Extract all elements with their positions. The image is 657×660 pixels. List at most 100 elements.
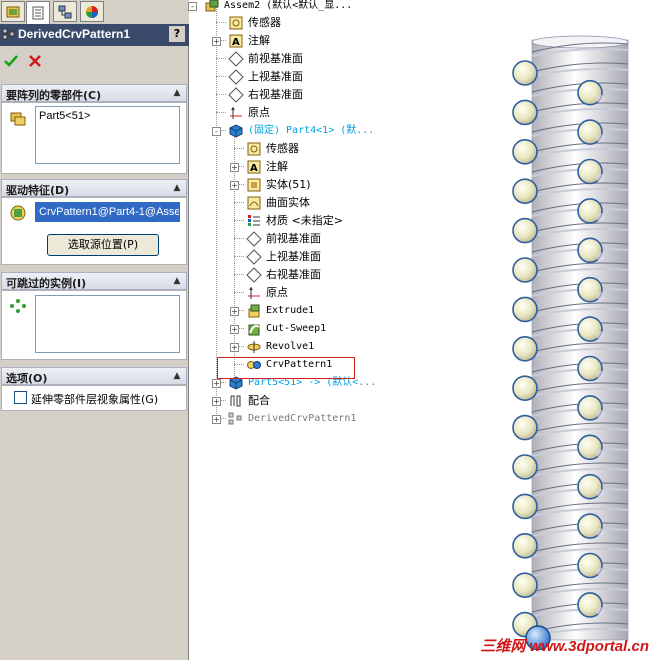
driving-section-header[interactable]: 驱动特征(D) ▲ — [1, 179, 187, 197]
tree-node-label: 右视基准面 — [266, 268, 321, 281]
expand-node-icon[interactable]: + — [230, 343, 239, 352]
tree-guide-line — [234, 220, 244, 221]
ball-shadow — [596, 606, 604, 615]
solid-bodies-icon — [247, 178, 261, 192]
sensor-icon — [229, 16, 243, 30]
expand-node-icon[interactable]: + — [212, 37, 221, 46]
revolve-icon — [247, 341, 261, 353]
ball — [512, 99, 538, 126]
tab-property-manager[interactable] — [26, 1, 50, 24]
tree-guide-line — [234, 256, 244, 257]
check-icon[interactable] — [4, 54, 18, 68]
mates-icon — [230, 395, 241, 407]
extend-visual-properties-checkbox[interactable] — [14, 391, 27, 404]
tree-node-label: 右视基准面 — [248, 88, 303, 101]
plane-icon — [246, 249, 262, 265]
tab-configuration-manager[interactable] — [53, 1, 77, 22]
watermark: 三维网 www.3dportal.cn — [480, 638, 649, 655]
tree-node-label: (固定) Part4<1> (默... — [248, 125, 375, 136]
options-section-body: 延伸零部件层视象属性(G) — [1, 385, 187, 411]
expand-node-icon[interactable]: + — [212, 379, 221, 388]
ball — [512, 375, 538, 402]
expand-node-icon[interactable]: + — [212, 415, 221, 424]
tree-node-label: 原点 — [266, 286, 288, 299]
select-source-position-button[interactable]: 选取源位置(P) — [47, 234, 159, 256]
tree-node-label: 注解 — [248, 34, 270, 47]
skip-section-label: 可跳过的实例(I) — [6, 277, 87, 290]
tree-node-label: 实体(51) — [266, 178, 311, 191]
tree-node-label: 材质 <未指定> — [266, 214, 343, 227]
property-manager-titlebar: DerivedCrvPattern1 ? — [0, 24, 189, 46]
action-bar — [0, 48, 189, 78]
help-button[interactable]: ? — [169, 26, 185, 42]
ball-shadow — [596, 212, 604, 221]
pattern-feature-icon — [10, 205, 26, 221]
ball — [512, 60, 538, 86]
options-section-header[interactable]: 选项(O) ▲ — [1, 367, 187, 385]
ball-shadow — [596, 252, 604, 261]
expand-node-icon[interactable]: + — [230, 325, 239, 334]
ball — [512, 454, 538, 480]
list-item[interactable]: Part5<51> — [36, 107, 179, 125]
material-icon — [248, 215, 260, 226]
skip-instances-icon — [10, 299, 26, 313]
driving-feature-field[interactable]: CrvPattern1@Part4-1@Asse — [35, 202, 180, 222]
expand-node-icon[interactable]: + — [230, 307, 239, 316]
derived-pattern-icon — [228, 412, 242, 425]
collapse-node-icon[interactable]: - — [188, 2, 197, 11]
collapse-icon[interactable]: ▲ — [171, 370, 183, 382]
tree-node-label: Extrude1 — [266, 305, 315, 316]
svg-text:A: A — [232, 37, 240, 48]
skip-section-header[interactable]: 可跳过的实例(I) ▲ — [1, 272, 187, 290]
tree-node-label: 前视基准面 — [248, 52, 303, 65]
expand-node-icon[interactable]: + — [230, 163, 239, 172]
collapse-node-icon[interactable]: - — [212, 127, 221, 136]
tree-guide-line — [216, 94, 226, 95]
plane-icon — [228, 87, 244, 103]
ball-shadow — [596, 331, 604, 340]
close-icon[interactable] — [28, 54, 42, 68]
components-listbox[interactable]: Part5<51> — [35, 106, 180, 164]
tree-guide-line — [234, 202, 244, 203]
tree-node-label: DerivedCrvPattern1 — [248, 413, 357, 424]
tree-node-label: 配合 — [248, 394, 270, 407]
origin-icon — [230, 107, 242, 119]
tree-node-label: Assem2 (默认<默认_显... — [224, 0, 353, 11]
property-manager-panel: DerivedCrvPattern1 ? 要阵列的零部件(C) ▲ Part5<… — [0, 0, 189, 660]
ball — [512, 572, 538, 599]
cut-sweep-icon — [248, 324, 260, 336]
components-section-header[interactable]: 要阵列的零部件(C) ▲ — [1, 84, 187, 102]
collapse-icon[interactable]: ▲ — [171, 182, 183, 194]
sensor-icon — [247, 142, 261, 156]
plane-icon — [228, 69, 244, 85]
expand-node-icon[interactable]: + — [230, 181, 239, 190]
components-section-body: Part5<51> — [1, 102, 187, 174]
plane-icon — [246, 231, 262, 247]
extrude-icon — [248, 304, 260, 318]
tree-node-label: 上视基准面 — [248, 70, 303, 83]
tab-display-manager[interactable] — [80, 1, 104, 22]
configuration-icon — [58, 5, 72, 19]
expand-node-icon[interactable]: + — [212, 397, 221, 406]
tree-guide-line — [234, 274, 244, 275]
driving-section-body: CrvPattern1@Part4-1@Asse 选取源位置(P) — [1, 197, 187, 265]
manager-tabs — [0, 0, 189, 24]
origin-icon — [248, 287, 260, 299]
skip-instances-listbox[interactable] — [35, 295, 180, 353]
ball-shadow — [596, 370, 604, 379]
tree-guide-line — [216, 58, 226, 59]
property-manager-icon — [32, 6, 44, 20]
assembly-icon — [205, 0, 219, 12]
tab-feature-manager[interactable] — [1, 1, 25, 22]
ball-shadow — [596, 94, 604, 103]
component-icon — [10, 112, 26, 126]
tree-guide-line — [234, 148, 244, 149]
collapse-icon[interactable]: ▲ — [171, 275, 183, 287]
driving-section-label: 驱动特征(D) — [6, 184, 70, 197]
feature-manager-icon — [6, 6, 20, 18]
tree-node-label: Revolve1 — [266, 341, 315, 352]
helical-spring-model — [512, 35, 629, 650]
ball-shadow — [596, 449, 604, 458]
tree-guide-line — [234, 292, 244, 293]
collapse-icon[interactable]: ▲ — [171, 87, 183, 99]
